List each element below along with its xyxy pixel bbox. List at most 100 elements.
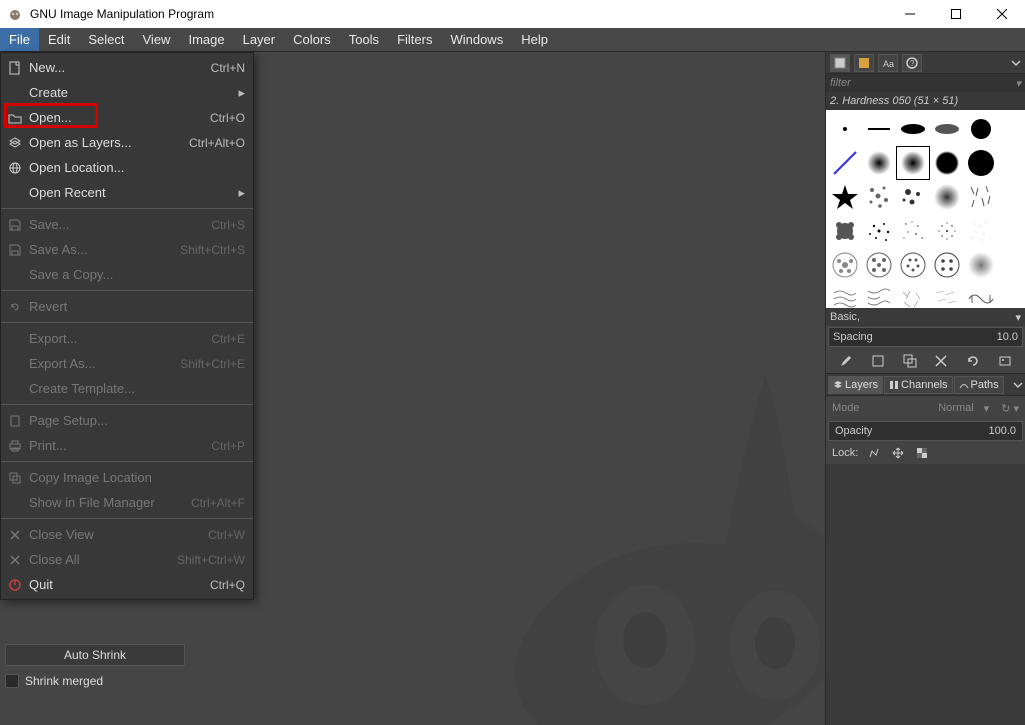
- menu-separator: [1, 404, 253, 405]
- delete-brush-icon[interactable]: [932, 352, 950, 370]
- menu-image[interactable]: Image: [179, 28, 233, 51]
- lock-label: Lock:: [832, 447, 858, 459]
- layers-list[interactable]: [826, 464, 1025, 725]
- menu-file[interactable]: File: [0, 28, 39, 51]
- menu-item-label: Save...: [29, 217, 211, 232]
- menu-item-open[interactable]: Open...Ctrl+O: [1, 105, 253, 130]
- refresh-brush-icon[interactable]: [964, 352, 982, 370]
- menu-item-shortcut: Ctrl+P: [211, 439, 245, 453]
- menu-item-shortcut: Shift+Ctrl+W: [177, 553, 245, 567]
- mode-dropdown[interactable]: Normal▾: [938, 402, 989, 415]
- globe-icon: [5, 161, 25, 175]
- maximize-button[interactable]: [933, 0, 979, 28]
- menu-item-label: Save As...: [29, 242, 180, 257]
- menu-item-copy-image-location: Copy Image Location: [1, 465, 253, 490]
- menu-item-show-in-file-manager: Show in File ManagerCtrl+Alt+F: [1, 490, 253, 515]
- menu-separator: [1, 290, 253, 291]
- menu-item-label: Export...: [29, 331, 211, 346]
- tab-patterns-icon[interactable]: [854, 54, 874, 72]
- right-dock: Aa ? filter ▾ 2. Hardness 050 (51 × 51): [825, 52, 1025, 725]
- open-icon: [5, 111, 25, 125]
- wilber-watermark-icon: [445, 345, 825, 725]
- menu-item-label: Create Template...: [29, 381, 245, 396]
- menu-edit[interactable]: Edit: [39, 28, 79, 51]
- menu-item-label: Print...: [29, 438, 211, 453]
- edit-brush-icon[interactable]: [837, 352, 855, 370]
- menu-separator: [1, 322, 253, 323]
- menu-item-open-recent[interactable]: Open Recent▸: [1, 180, 253, 205]
- duplicate-brush-icon[interactable]: [901, 352, 919, 370]
- tab-fonts-icon[interactable]: Aa: [878, 54, 898, 72]
- menu-windows[interactable]: Windows: [441, 28, 512, 51]
- menu-item-label: Export As...: [29, 356, 180, 371]
- menu-item-print: Print...Ctrl+P: [1, 433, 253, 458]
- menu-select[interactable]: Select: [79, 28, 133, 51]
- menu-tools[interactable]: Tools: [340, 28, 388, 51]
- menu-item-label: Open as Layers...: [29, 135, 189, 150]
- menu-separator: [1, 518, 253, 519]
- menu-item-save-a-copy: Save a Copy...: [1, 262, 253, 287]
- menu-item-close-view: Close ViewCtrl+W: [1, 522, 253, 547]
- minimize-button[interactable]: [887, 0, 933, 28]
- closeall-icon: [5, 553, 25, 567]
- dock-collapse-icon[interactable]: [1013, 380, 1023, 390]
- menu-help[interactable]: Help: [512, 28, 557, 51]
- tab-history-icon[interactable]: ?: [902, 54, 922, 72]
- open-as-image-icon[interactable]: [996, 352, 1014, 370]
- chevron-right-icon: ▸: [231, 185, 245, 201]
- lock-position-icon[interactable]: [890, 445, 906, 461]
- auto-shrink-button[interactable]: Auto Shrink: [5, 644, 185, 666]
- spacing-slider[interactable]: Spacing 10.0: [828, 327, 1023, 347]
- tab-layers[interactable]: Layers: [828, 376, 883, 394]
- menu-item-create[interactable]: Create▸: [1, 80, 253, 105]
- close-icon: [5, 528, 25, 542]
- menu-item-open-as-layers[interactable]: Open as Layers...Ctrl+Alt+O: [1, 130, 253, 155]
- tool-options-bottom: Auto Shrink Shrink merged: [5, 636, 185, 688]
- brush-actions-row: [826, 348, 1025, 374]
- menu-item-shortcut: Ctrl+N: [211, 61, 245, 75]
- menu-item-export: Export...Ctrl+E: [1, 326, 253, 351]
- shrink-merged-label: Shrink merged: [25, 674, 103, 688]
- menu-item-label: Copy Image Location: [29, 470, 245, 485]
- menu-view[interactable]: View: [134, 28, 180, 51]
- menu-separator: [1, 461, 253, 462]
- chevron-down-icon: ▾: [1015, 77, 1021, 90]
- dock-tabs-bottom: Layers Channels Paths: [826, 374, 1025, 396]
- mode-switch-icon[interactable]: ↻ ▾: [1001, 402, 1019, 415]
- tab-paths[interactable]: Paths: [954, 376, 1004, 394]
- menu-item-open-location[interactable]: Open Location...: [1, 155, 253, 180]
- brush-grid[interactable]: [826, 110, 1025, 308]
- layers-icon: [5, 136, 25, 150]
- lock-alpha-icon[interactable]: [914, 445, 930, 461]
- menu-item-save-as: Save As...Shift+Ctrl+S: [1, 237, 253, 262]
- menu-colors[interactable]: Colors: [284, 28, 340, 51]
- close-button[interactable]: [979, 0, 1025, 28]
- app-logo-icon: [6, 5, 24, 23]
- menu-layer[interactable]: Layer: [234, 28, 285, 51]
- lock-row: Lock:: [826, 442, 1025, 464]
- dock-collapse-icon[interactable]: [1011, 58, 1021, 68]
- window-controls: [887, 0, 1025, 28]
- brush-filter-input[interactable]: filter ▾: [826, 74, 1025, 92]
- svg-text:?: ?: [910, 59, 915, 68]
- opacity-slider[interactable]: Opacity 100.0: [828, 421, 1023, 441]
- new-brush-icon[interactable]: [869, 352, 887, 370]
- lock-pixels-icon[interactable]: [866, 445, 882, 461]
- print-icon: [5, 439, 25, 453]
- menu-item-label: Save a Copy...: [29, 267, 245, 282]
- shrink-merged-checkbox[interactable]: [5, 674, 19, 688]
- menu-item-label: Page Setup...: [29, 413, 245, 428]
- saveas-icon: [5, 243, 25, 257]
- menu-item-label: Revert: [29, 299, 245, 314]
- title-bar: GNU Image Manipulation Program: [0, 0, 1025, 28]
- menu-item-shortcut: Ctrl+E: [211, 332, 245, 346]
- menu-separator: [1, 208, 253, 209]
- menu-bar: File Edit Select View Image Layer Colors…: [0, 28, 1025, 52]
- menu-item-new[interactable]: New...Ctrl+N: [1, 55, 253, 80]
- tab-channels[interactable]: Channels: [884, 376, 952, 394]
- menu-filters[interactable]: Filters: [388, 28, 441, 51]
- menu-item-quit[interactable]: QuitCtrl+Q: [1, 572, 253, 597]
- tab-brushes-icon[interactable]: [830, 54, 850, 72]
- menu-item-label: Open Location...: [29, 160, 245, 175]
- shrink-merged-row[interactable]: Shrink merged: [5, 674, 185, 688]
